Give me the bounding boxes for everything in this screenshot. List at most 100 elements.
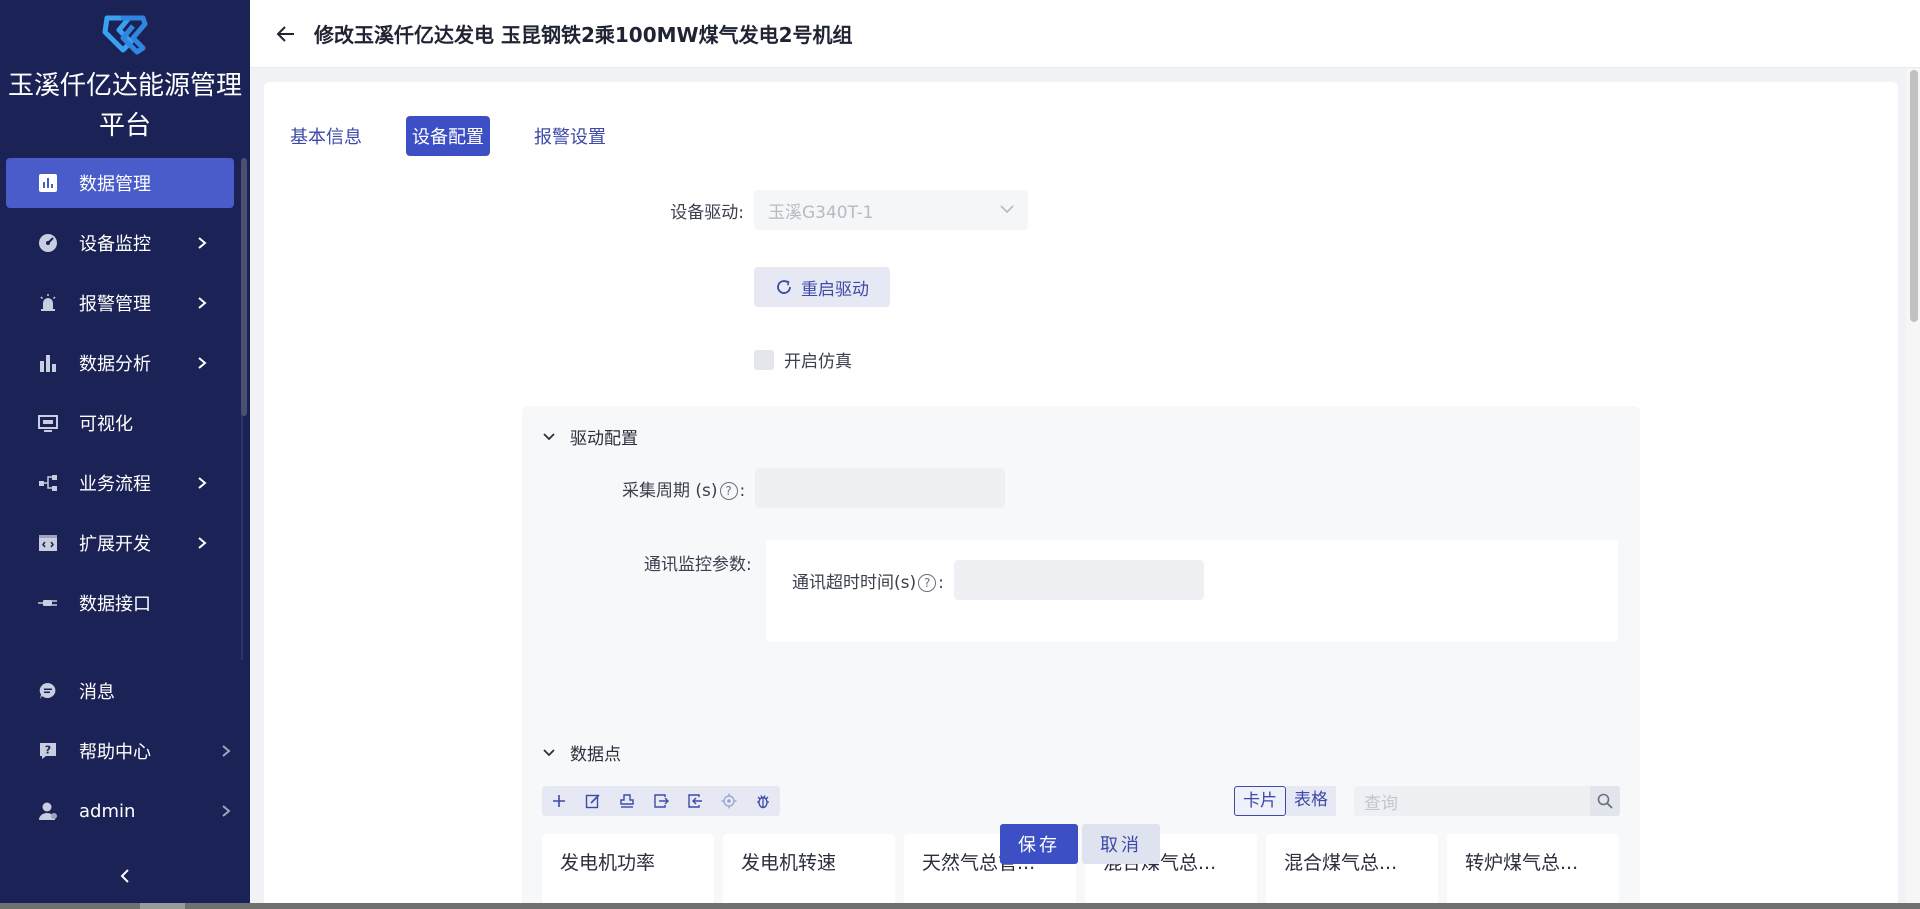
brand-name-line1: 玉溪仟亿达能源管理 (7, 71, 242, 101)
timeout-row: 通讯超时时间(s)?: (792, 560, 1204, 600)
horizontal-scrollbar-track[interactable] (0, 903, 1920, 909)
sidebar-item-alarm-management[interactable]: 报警管理 (6, 278, 234, 328)
data-point-card[interactable]: 转炉煤气总... (1447, 834, 1619, 904)
sidebar-item-label: 设备监控 (79, 234, 151, 255)
simulate-label: 开启仿真 (784, 352, 852, 372)
chat-bubble-icon (37, 680, 59, 702)
help-box-icon: ? (37, 740, 59, 762)
data-points-title: 数据点 (570, 745, 621, 765)
edit-button[interactable] (576, 786, 610, 816)
sidebar-item-label: 业务流程 (79, 474, 151, 495)
locate-icon (721, 793, 737, 809)
period-label-suffix: : (739, 480, 746, 501)
back-button[interactable] (272, 20, 300, 48)
data-points-toolbar (542, 786, 780, 816)
driver-select[interactable]: 玉溪G340T-1 (754, 190, 1028, 230)
simulate-checkbox[interactable] (754, 349, 774, 370)
sidebar-item-visualization[interactable]: 可视化 (6, 398, 234, 448)
sidebar-item-label: 报警管理 (79, 294, 151, 315)
data-points-header[interactable]: 数据点 (540, 740, 621, 765)
restart-driver-button[interactable]: 重启驱动 (754, 267, 890, 307)
restart-driver-label: 重启驱动 (801, 279, 869, 300)
timeout-input[interactable] (953, 560, 1204, 600)
driver-label: 设备驱动: (670, 202, 744, 223)
restart-row: 重启驱动 (754, 267, 890, 307)
tabs: 基本信息 设备配置 报警设置 (284, 116, 650, 156)
sidebar-item-help-center[interactable]: ? 帮助中心 (6, 726, 244, 776)
sidebar-item-label: 可视化 (79, 414, 133, 435)
brand-name: 玉溪仟亿达能源管理 平台 (0, 66, 250, 146)
search-button[interactable] (1590, 786, 1620, 816)
sidebar-item-user-admin[interactable]: admin (6, 786, 244, 836)
edit-icon (585, 794, 600, 809)
add-button[interactable] (542, 786, 576, 816)
sidebar-item-label: 扩展开发 (79, 534, 151, 555)
sidebar-item-device-monitor[interactable]: 设备监控 (6, 218, 234, 268)
timeout-label: 通讯超时时间(s)?: (792, 568, 944, 593)
data-point-card[interactable]: 混合煤气总... (1266, 834, 1438, 904)
tab-device-config[interactable]: 设备配置 (406, 116, 490, 156)
sidebar-item-label: 数据管理 (79, 174, 151, 195)
debug-button[interactable] (746, 786, 780, 816)
comm-params-box: 通讯超时时间(s)?: (766, 540, 1618, 642)
sidebar-item-data-management[interactable]: 数据管理 (6, 158, 234, 208)
bar-chart-box-icon (37, 172, 59, 194)
main-scrollbar-thumb[interactable] (1910, 70, 1918, 322)
chevron-down-icon (540, 744, 558, 762)
sidebar: 玉溪仟亿达能源管理 平台 数据管理 设备监控 报警管理 数据分析 可视化 业务流… (0, 0, 250, 909)
search-input[interactable]: 查询 (1354, 786, 1620, 816)
chevron-right-icon (192, 533, 212, 553)
search-placeholder: 查询 (1364, 793, 1398, 814)
import-button[interactable] (644, 786, 678, 816)
search-icon (1597, 793, 1613, 809)
sidebar-item-label: admin (79, 800, 136, 822)
help-circle-icon[interactable]: ? (918, 573, 937, 592)
page-header: 修改玉溪仟亿达发电 玉昆钢铁2乘100MW煤气发电2号机组 (250, 0, 1920, 68)
driver-config-title: 驱动配置 (570, 429, 638, 449)
comm-label: 通讯监控参数: (644, 555, 752, 575)
plug-icon (37, 592, 59, 614)
locate-button[interactable] (712, 786, 746, 816)
cancel-button[interactable]: 取消 (1082, 824, 1160, 864)
sidebar-item-extension-dev[interactable]: 扩展开发 (6, 518, 234, 568)
monitor-gauge-icon (37, 232, 59, 254)
collapse-sidebar-button[interactable] (115, 866, 135, 886)
help-circle-icon[interactable]: ? (719, 481, 738, 500)
driver-config-header[interactable]: 驱动配置 (540, 424, 638, 449)
driver-select-value: 玉溪G340T-1 (768, 202, 874, 223)
tab-alarm-settings[interactable]: 报警设置 (528, 116, 612, 156)
horizontal-scrollbar-thumb[interactable] (140, 903, 185, 909)
stamp-icon (620, 794, 634, 808)
sidebar-item-business-flow[interactable]: 业务流程 (6, 458, 234, 508)
view-table-button[interactable]: 表格 (1286, 786, 1336, 816)
save-button[interactable]: 保存 (1000, 824, 1078, 864)
sidebar-item-data-analysis[interactable]: 数据分析 (6, 338, 234, 388)
stamp-button[interactable] (610, 786, 644, 816)
view-toggle: 卡片 表格 (1234, 786, 1336, 816)
view-card-button[interactable]: 卡片 (1234, 786, 1286, 816)
driver-config-panel: 驱动配置 采集周期 (s)?: 通讯监控参数: 通讯超时时间(s)?: (522, 406, 1640, 774)
chevron-right-icon (216, 801, 236, 821)
export-button[interactable] (678, 786, 712, 816)
data-point-card[interactable]: 发电机功率 (542, 834, 714, 904)
period-input[interactable] (755, 468, 1006, 508)
chevron-right-icon (192, 353, 212, 373)
refresh-icon (775, 278, 793, 296)
alarm-siren-icon (37, 292, 59, 314)
main-card: 基本信息 设备配置 报警设置 设备驱动: 玉溪G340T-1 重启驱动 开启仿真… (264, 82, 1898, 909)
sidebar-item-label: 数据接口 (79, 594, 151, 615)
period-row: 采集周期 (s)?: (622, 468, 1006, 508)
sidebar-item-data-interface[interactable]: 数据接口 (6, 578, 234, 628)
sidebar-item-messages[interactable]: 消息 (6, 666, 244, 716)
sidebar-scrollbar[interactable] (241, 158, 247, 416)
chevron-right-icon (216, 741, 236, 761)
flow-icon (37, 472, 59, 494)
export-icon (688, 794, 702, 808)
debug-bug-icon (757, 795, 769, 809)
chevron-down-icon (540, 428, 558, 446)
chevron-down-icon (998, 200, 1016, 218)
import-icon (654, 794, 669, 808)
tab-basic-info[interactable]: 基本信息 (284, 116, 368, 156)
data-point-card[interactable]: 发电机转速 (723, 834, 895, 904)
sidebar-menu: 数据管理 设备监控 报警管理 数据分析 可视化 业务流程 扩展开发 数据接口 (0, 158, 240, 658)
